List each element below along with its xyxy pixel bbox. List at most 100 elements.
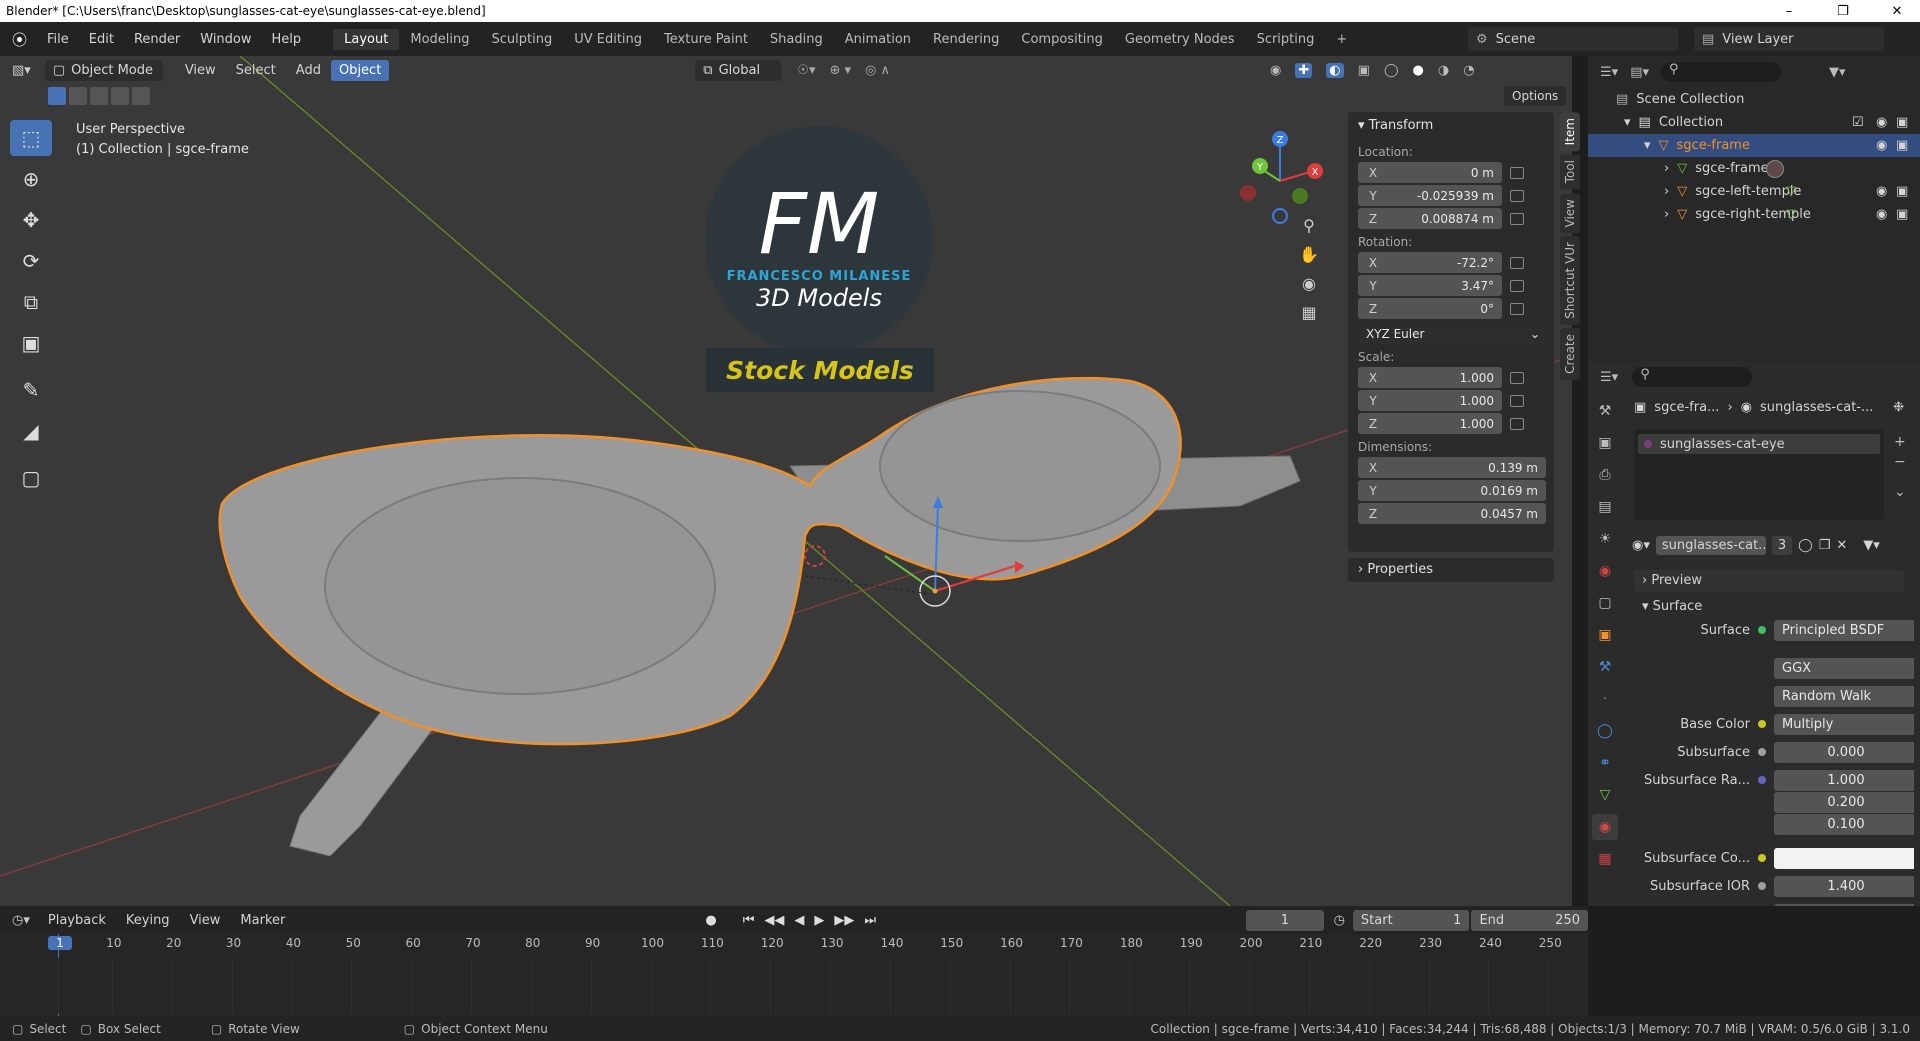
- rotation-y-field[interactable]: Y 3.47°: [1358, 275, 1502, 296]
- expand-icon[interactable]: ›: [1664, 207, 1669, 222]
- measure-tool-icon[interactable]: ◢: [10, 413, 52, 449]
- play-icon[interactable]: ▶: [814, 913, 824, 928]
- property-value-field[interactable]: 0.100: [1774, 813, 1914, 835]
- rendered-shading-icon[interactable]: ◔: [1463, 63, 1474, 78]
- location-z-field[interactable]: Z 0.008874 m: [1358, 208, 1502, 229]
- physics-tab-icon[interactable]: ◯: [1592, 718, 1618, 744]
- tab-rendering[interactable]: Rendering: [922, 29, 1010, 50]
- scene-selector[interactable]: ⚙ Scene: [1468, 27, 1678, 51]
- maximize-icon[interactable]: ❐: [1820, 0, 1866, 22]
- material-slot[interactable]: sunglasses-cat-eye: [1638, 434, 1880, 454]
- socket-dot-icon[interactable]: [1758, 854, 1766, 862]
- select-intersect-icon[interactable]: [132, 87, 150, 105]
- lock-icon[interactable]: [1510, 279, 1524, 292]
- node-tree-icon[interactable]: ▼▾: [1863, 538, 1880, 553]
- lock-icon[interactable]: [1510, 189, 1524, 202]
- select-extend-icon[interactable]: [69, 87, 87, 105]
- menu-keying[interactable]: Keying: [116, 913, 180, 928]
- menu-help[interactable]: Help: [262, 32, 312, 47]
- menu-render[interactable]: Render: [124, 32, 190, 47]
- blender-logo-icon[interactable]: ⦿: [0, 29, 37, 50]
- prev-keyframe-icon[interactable]: ◀◀: [764, 913, 784, 928]
- dimensions-z-field[interactable]: Z 0.0457 m: [1358, 503, 1546, 524]
- tab-shading[interactable]: Shading: [759, 29, 834, 50]
- grid-view-icon[interactable]: ▦: [1301, 303, 1316, 322]
- outliner-item-sgce-frame-mesh[interactable]: › ▽ sgce-frame: [1588, 157, 1920, 180]
- tab-shortcut-vur[interactable]: Shortcut VUr: [1560, 236, 1580, 325]
- lock-icon[interactable]: [1510, 166, 1524, 179]
- rotate-tool-icon[interactable]: ⟳: [10, 243, 52, 279]
- tab-sculpting[interactable]: Sculpting: [481, 29, 564, 50]
- tool-tab-icon[interactable]: ⚒: [1592, 398, 1618, 424]
- zoom-icon[interactable]: ⚲: [1303, 216, 1315, 235]
- tab-texture-paint[interactable]: Texture Paint: [653, 29, 759, 50]
- menu-edit[interactable]: Edit: [79, 32, 124, 47]
- socket-dot-icon[interactable]: [1758, 882, 1766, 890]
- play-reverse-icon[interactable]: ◀: [794, 913, 804, 928]
- tab-animation[interactable]: Animation: [834, 29, 922, 50]
- particles-tab-icon[interactable]: ⋅: [1592, 686, 1618, 712]
- material-tab-icon[interactable]: ◉: [1592, 814, 1618, 840]
- select-invert-icon[interactable]: [111, 87, 129, 105]
- cursor-tool-icon[interactable]: ⊕: [10, 161, 52, 197]
- outliner-search-input[interactable]: ⚲: [1661, 62, 1781, 82]
- scale-tool-icon[interactable]: ⧉: [10, 284, 52, 320]
- mode-selector[interactable]: ▢ Object Mode: [44, 59, 163, 81]
- snap-icon[interactable]: ⊕ ▾: [829, 63, 851, 78]
- location-y-field[interactable]: Y -0.025939 m: [1358, 185, 1502, 206]
- camera-icon[interactable]: ▣: [1896, 184, 1908, 199]
- render-tab-icon[interactable]: ▣: [1592, 430, 1618, 456]
- outliner-item-sgce-frame[interactable]: ▾ ▽ sgce-frame ◉ ▣: [1588, 134, 1920, 157]
- material-shading-icon[interactable]: ◑: [1438, 63, 1449, 78]
- menu-marker[interactable]: Marker: [230, 913, 295, 928]
- menu-view[interactable]: View: [175, 63, 226, 78]
- camera-icon[interactable]: ▣: [1896, 138, 1908, 153]
- solid-shading-icon[interactable]: ●: [1413, 63, 1424, 78]
- camera-icon[interactable]: ◉: [1302, 274, 1316, 293]
- scale-y-field[interactable]: Y 1.000: [1358, 390, 1502, 411]
- editor-type-icon[interactable]: ☰▾: [1600, 370, 1618, 385]
- dimensions-x-field[interactable]: X 0.139 m: [1358, 457, 1546, 478]
- remove-slot-icon[interactable]: −: [1894, 454, 1906, 470]
- property-value-field[interactable]: 1.000: [1774, 769, 1914, 791]
- xray-icon[interactable]: ▣: [1358, 63, 1370, 78]
- outliner-item-sgce-right-temple[interactable]: › ▽ sgce-right-temple ▽ ◉ ▣: [1588, 203, 1920, 226]
- tab-view[interactable]: View: [1560, 192, 1580, 234]
- tab-tool[interactable]: Tool: [1560, 154, 1580, 190]
- socket-dot-icon[interactable]: [1758, 776, 1766, 784]
- rotation-mode-dropdown[interactable]: XYZ Euler ⌄: [1358, 323, 1546, 344]
- transform-tool-icon[interactable]: ▣: [10, 325, 52, 361]
- tab-scripting[interactable]: Scripting: [1246, 29, 1326, 50]
- select-subtract-icon[interactable]: [90, 87, 108, 105]
- eye-icon[interactable]: ◉: [1876, 184, 1887, 199]
- visibility-icon[interactable]: ◉: [1270, 63, 1281, 78]
- menu-playback[interactable]: Playback: [38, 913, 116, 928]
- dimensions-y-field[interactable]: Y 0.0169 m: [1358, 480, 1546, 501]
- editor-type-icon[interactable]: ☰▾: [1600, 65, 1618, 80]
- checkbox-icon[interactable]: ☑: [1852, 115, 1864, 130]
- expand-icon[interactable]: ▾: [1644, 138, 1651, 153]
- eye-icon[interactable]: ◉: [1876, 207, 1887, 222]
- material-browse-icon[interactable]: ◉▾: [1632, 538, 1650, 553]
- proportional-edit-icon[interactable]: ◎ ∧: [865, 63, 890, 78]
- jump-end-icon[interactable]: ⏭: [864, 913, 876, 928]
- data-tab-icon[interactable]: ▽: [1592, 782, 1618, 808]
- lock-icon[interactable]: [1510, 371, 1524, 384]
- scene-tab-icon[interactable]: ☀: [1592, 526, 1618, 552]
- navigation-gizmo[interactable]: Z X Y: [1230, 126, 1340, 236]
- move-tool-icon[interactable]: ✥: [10, 202, 52, 238]
- editor-type-icon[interactable]: ◷▾: [12, 913, 30, 928]
- next-keyframe-icon[interactable]: ▶▶: [834, 913, 854, 928]
- fake-user-icon[interactable]: ◯: [1798, 538, 1813, 553]
- overlay-toggle-icon[interactable]: ◐: [1326, 62, 1344, 78]
- tab-item[interactable]: Item: [1560, 112, 1580, 152]
- close-icon[interactable]: ✕: [1874, 0, 1920, 22]
- property-value-field[interactable]: 0.000: [1774, 903, 1914, 906]
- property-value-field[interactable]: 0.000: [1774, 741, 1914, 763]
- object-tab-icon[interactable]: ▣: [1592, 622, 1618, 648]
- modifier-tab-icon[interactable]: ⚒: [1592, 654, 1618, 680]
- end-frame-field[interactable]: End 250: [1471, 909, 1588, 931]
- view-layer-selector[interactable]: ▤ View Layer: [1694, 27, 1884, 51]
- add-slot-icon[interactable]: +: [1894, 434, 1906, 450]
- expand-icon[interactable]: ›: [1664, 184, 1669, 199]
